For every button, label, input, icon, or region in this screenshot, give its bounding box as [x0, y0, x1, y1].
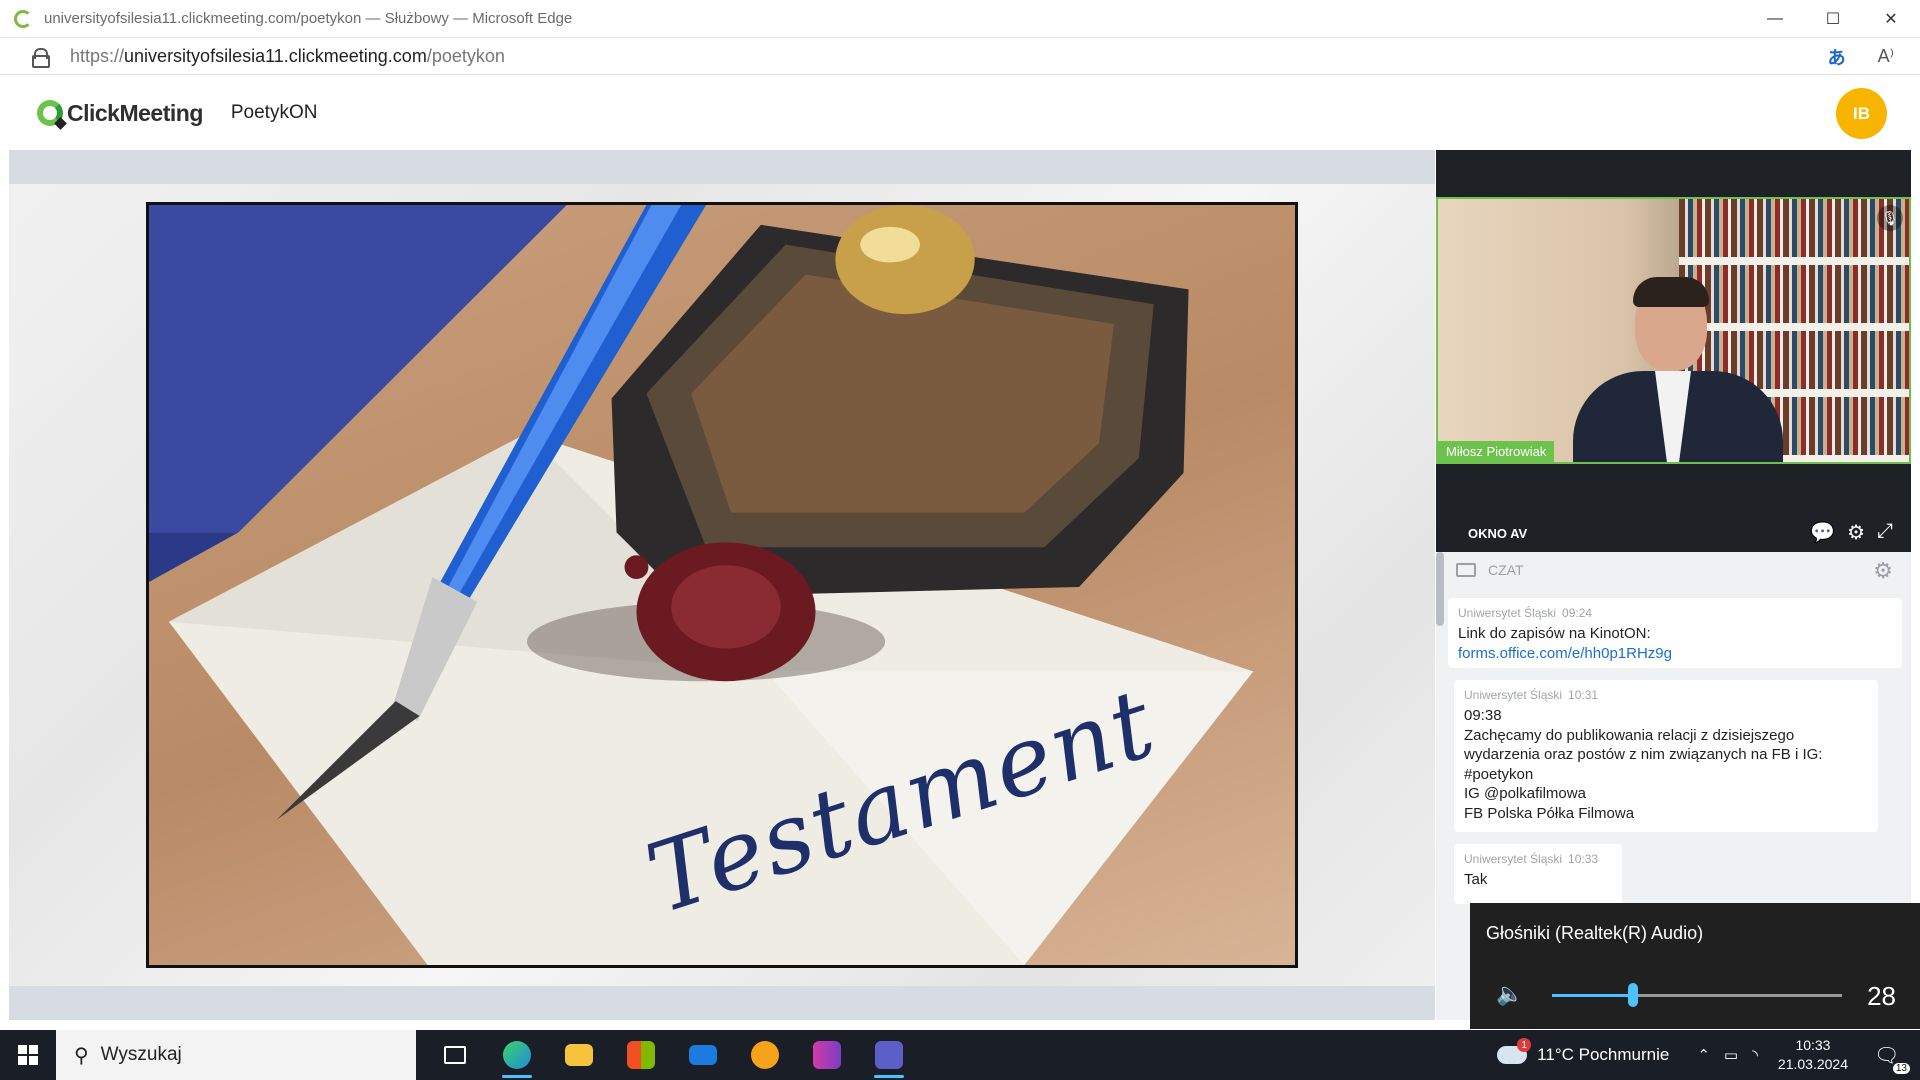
- weather-text: 11°C Pochmurnie: [1537, 1045, 1670, 1064]
- av-settings-gear-icon[interactable]: ⚙: [1847, 520, 1865, 545]
- notification-center-icon[interactable]: 🗨 13: [1874, 1043, 1910, 1074]
- teams-icon[interactable]: [858, 1030, 920, 1080]
- clock[interactable]: 10:33 21.03.2024: [1778, 1036, 1848, 1074]
- message-time: 10:33: [1568, 852, 1599, 866]
- chat-header: CZAT ⚙: [1436, 552, 1911, 588]
- start-button[interactable]: [0, 1030, 56, 1080]
- chat-message: Uniwersytet Śląski 09:24 Link do zapisów …: [1448, 598, 1902, 668]
- file-explorer-icon[interactable]: [548, 1030, 610, 1080]
- volume-slider-thumb[interactable]: [1628, 983, 1639, 1007]
- message-author: Uniwersytet Śląski: [1458, 606, 1557, 620]
- windows-logo-icon: [18, 1045, 38, 1065]
- onenote-icon[interactable]: [796, 1030, 858, 1080]
- audio-device-name[interactable]: Głośniki (Realtek(R) Audio): [1486, 923, 1703, 944]
- chat-message: Uniwersytet Śląski 10:31 09:38 Zachęcamy …: [1454, 680, 1878, 832]
- task-view-icon[interactable]: [424, 1030, 486, 1080]
- wifi-icon[interactable]: ◝: [1752, 1046, 1758, 1064]
- search-placeholder: Wyszukaj: [100, 1044, 182, 1065]
- clickmeeting-favicon-icon: [14, 9, 32, 28]
- volume-slider[interactable]: [1552, 983, 1842, 1007]
- speaker-icon[interactable]: 🔈: [1496, 981, 1523, 1007]
- clickmeeting-logo-icon: [37, 100, 63, 126]
- read-aloud-icon[interactable]: A⁾: [1878, 46, 1894, 67]
- search-icon: ⚲: [74, 1044, 89, 1067]
- weather-badge: 1: [1517, 1038, 1532, 1052]
- maximize-button[interactable]: ☐: [1804, 0, 1862, 38]
- chat-settings-gear-icon[interactable]: ⚙: [1873, 558, 1893, 584]
- message-author: Uniwersytet Śląski: [1464, 688, 1563, 702]
- store-icon[interactable]: [610, 1030, 672, 1080]
- user-avatar[interactable]: IB: [1836, 88, 1887, 139]
- battery-icon[interactable]: ▭: [1724, 1046, 1738, 1064]
- cloud-icon: 1: [1497, 1038, 1532, 1064]
- url-text[interactable]: https://universityofsilesia11.clickmeeti…: [70, 46, 505, 67]
- message-text: 09:38 Zachęcamy do publikowania relacji …: [1464, 707, 1823, 822]
- chat-bubble-icon[interactable]: 💬: [1810, 520, 1835, 545]
- microphone-icon[interactable]: 🎙: [1877, 205, 1903, 231]
- room-name: PoetykON: [230, 102, 318, 123]
- clock-time: 10:33: [1795, 1037, 1831, 1053]
- participant-figure: [1573, 277, 1793, 462]
- av-window-label: OKNO AV: [1468, 525, 1528, 541]
- mail-icon[interactable]: [672, 1030, 734, 1080]
- presentation-slide: Testament: [146, 202, 1298, 968]
- notification-count: 13: [1892, 1062, 1910, 1074]
- chat-scrollbar[interactable]: [1436, 552, 1444, 626]
- taskbar: ⚲ Wyszukaj 1 11°C Pochmurnie ⌃ ▭ ◝ 10:33…: [0, 1030, 1920, 1080]
- window-controls: — ☐ ✕: [1746, 0, 1920, 38]
- clickmeeting-logo: ClickMeeting: [37, 100, 203, 127]
- participant-video[interactable]: 🎙 Miłosz Piotrowiak: [1436, 197, 1911, 464]
- minimize-button[interactable]: —: [1746, 0, 1804, 38]
- message-text: Tak: [1464, 871, 1488, 888]
- tray-chevron-icon[interactable]: ⌃: [1697, 1046, 1710, 1064]
- chat-icon: [1456, 563, 1476, 577]
- lock-icon[interactable]: [32, 48, 50, 68]
- app-header: ClickMeeting PoetykON IB: [9, 76, 1911, 150]
- message-author: Uniwersytet Śląski: [1464, 852, 1563, 866]
- close-window-button[interactable]: ✕: [1862, 0, 1920, 38]
- volume-slider-fill: [1552, 994, 1634, 997]
- participant-name: Miłosz Piotrowiak: [1438, 441, 1555, 462]
- message-time: 09:24: [1562, 606, 1593, 620]
- volume-flyout: Głośniki (Realtek(R) Audio) 🔈 28: [1470, 903, 1920, 1029]
- browser-window: universityofsilesia11.clickmeeting.com/p…: [0, 0, 1920, 1030]
- presentation-bottom-bar: [9, 986, 1435, 1020]
- title-bar: universityofsilesia11.clickmeeting.com/p…: [0, 0, 1920, 38]
- av-window-bar: OKNO AV 💬 ⚙ ⤢: [1436, 514, 1911, 552]
- volume-value: 28: [1867, 981, 1896, 1011]
- translate-icon[interactable]: あ: [1828, 44, 1846, 70]
- side-panel: 🎙 Miłosz Piotrowiak OKNO AV 💬 ⚙ ⤢ CZAT ⚙…: [1436, 150, 1911, 1020]
- weather-widget[interactable]: 1 11°C Pochmurnie: [1497, 1038, 1670, 1065]
- expand-icon[interactable]: ⤢: [1877, 520, 1893, 545]
- chat-message: Uniwersytet Śląski 10:33 Tak: [1454, 844, 1622, 904]
- address-bar[interactable]: https://universityofsilesia11.clickmeeti…: [0, 38, 1920, 75]
- message-link[interactable]: forms.office.com/e/hh0p1RHz9g: [1458, 644, 1892, 664]
- clock-date: 21.03.2024: [1777, 1056, 1848, 1072]
- presentation-area: Testament: [9, 150, 1435, 1020]
- window-title: universityofsilesia11.clickmeeting.com/p…: [44, 10, 573, 27]
- media-player-icon[interactable]: [734, 1030, 796, 1080]
- presentation-top-bar: [9, 150, 1435, 184]
- message-text: Link do zapisów na KinotON:: [1458, 625, 1651, 642]
- taskbar-search[interactable]: ⚲ Wyszukaj: [56, 1030, 416, 1080]
- system-tray: 1 11°C Pochmurnie ⌃ ▭ ◝ 10:33 21.03.2024…: [1497, 1030, 1920, 1080]
- chat-label: CZAT: [1488, 562, 1524, 578]
- message-time: 10:31: [1568, 688, 1599, 702]
- edge-icon[interactable]: [486, 1030, 548, 1080]
